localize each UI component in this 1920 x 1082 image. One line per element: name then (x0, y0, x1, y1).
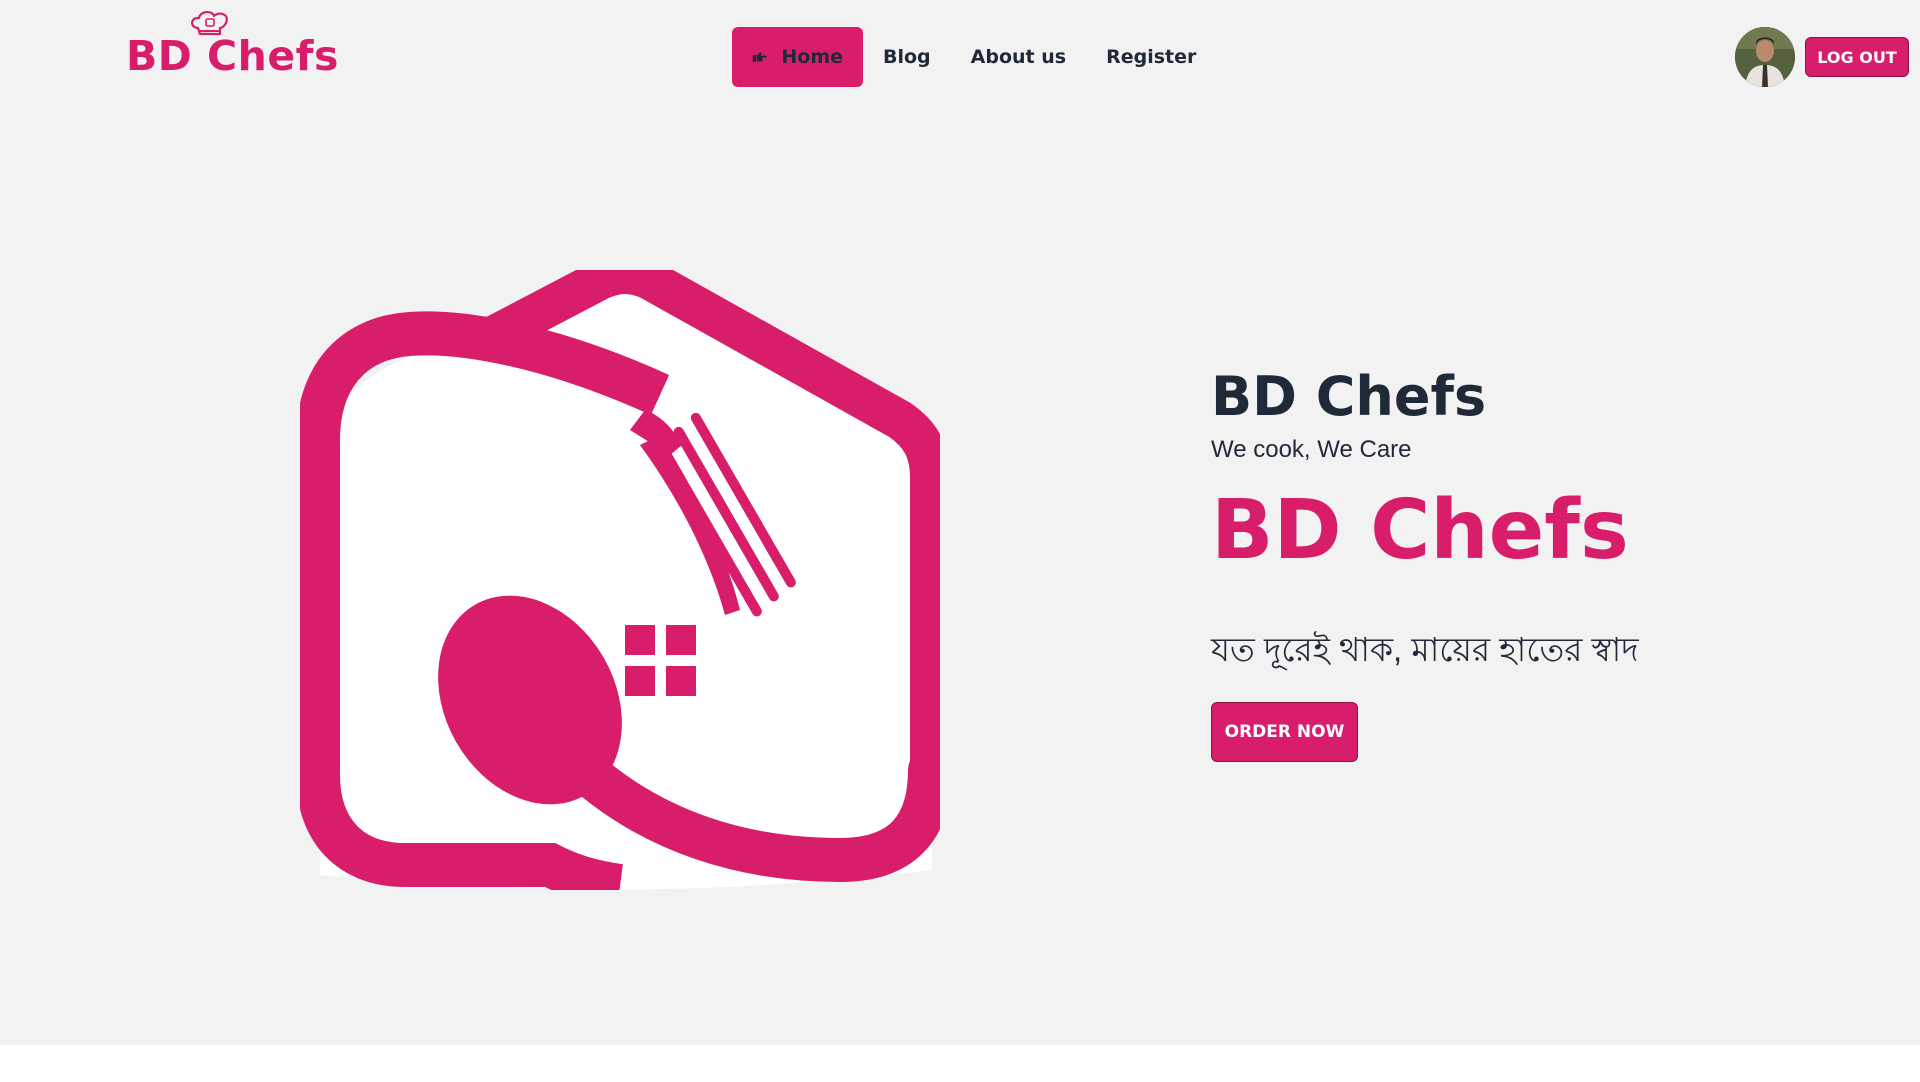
avatar-photo (1735, 27, 1795, 87)
nav-item-about[interactable]: About us (951, 27, 1086, 87)
logout-button[interactable]: LOG OUT (1805, 37, 1909, 77)
hero-section: BD Chefs Home Blog About us Register LOG… (0, 0, 1920, 1045)
hero-bengali-slogan: যত দূরেই থাক, মায়ের হাতের স্বাদ (1211, 630, 1639, 668)
nav-item-home[interactable]: Home (732, 27, 863, 87)
page: BD Chefs Home Blog About us Register LOG… (0, 0, 1920, 1082)
user-avatar[interactable] (1735, 27, 1795, 87)
order-now-button[interactable]: ORDER NOW (1211, 701, 1358, 762)
hero-tagline: We cook, We Care (1211, 435, 1412, 463)
nav-item-blog[interactable]: Blog (863, 27, 951, 87)
hero-text-block: BD Chefs We cook, We Care BD Chefs যত দূ… (1211, 365, 1851, 762)
navbar: BD Chefs Home Blog About us Register LOG… (0, 0, 1920, 115)
hero-title: BD Chefs (1211, 365, 1487, 428)
brand-name: BD Chefs (126, 32, 339, 80)
nav-item-label: Home (781, 46, 843, 68)
hero-brand-heading: BD Chefs (1211, 482, 1629, 578)
brand-logo[interactable]: BD Chefs (126, 10, 339, 82)
house-plate-fork-spoon-logo (300, 270, 940, 890)
nav-item-register[interactable]: Register (1086, 27, 1216, 87)
pointing-hand-icon (752, 52, 767, 62)
main-nav: Home Blog About us Register (732, 27, 1216, 87)
